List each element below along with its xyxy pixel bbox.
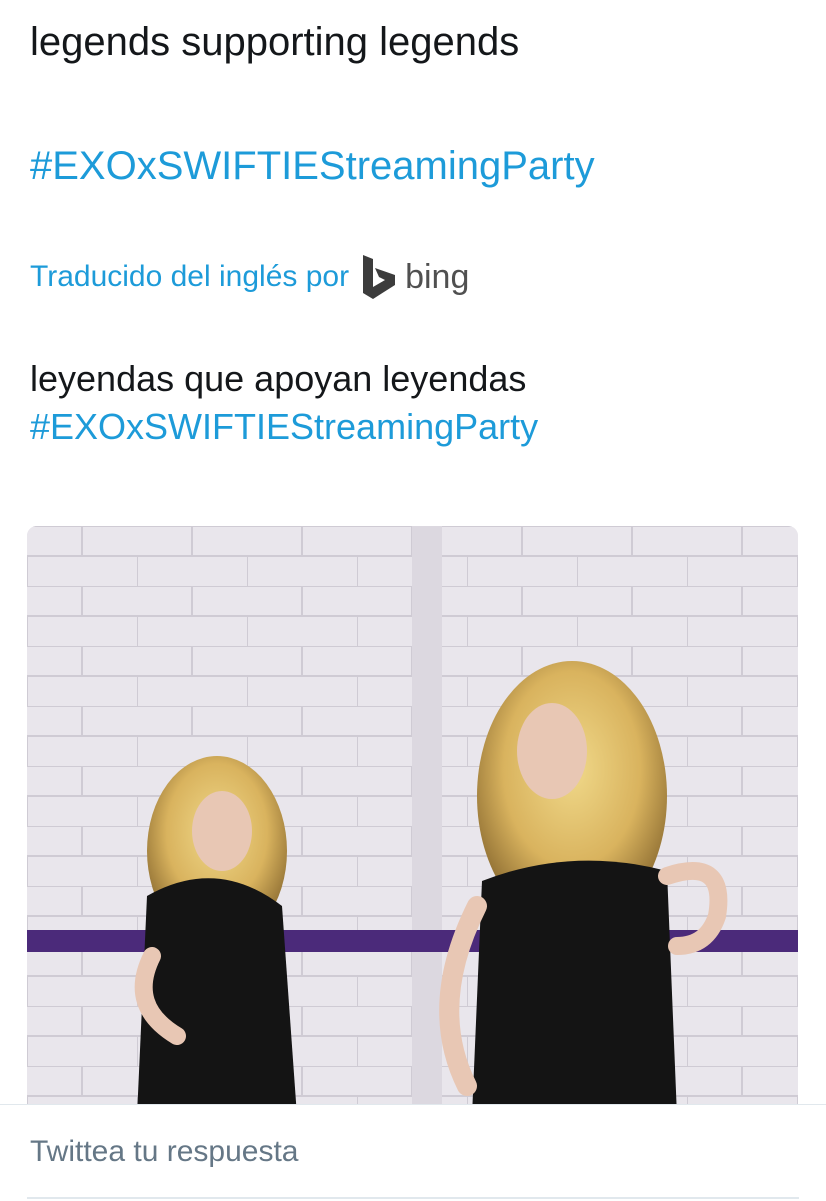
translated-text-block: leyendas que apoyan leyendas #EXOxSWIFTI… <box>30 355 538 451</box>
translated-text: leyendas que apoyan leyendas <box>30 358 527 399</box>
bing-wordmark: bing <box>405 257 470 296</box>
translation-label: Traducido del inglés por <box>30 260 350 293</box>
reply-composer: Twittea tu respuesta <box>0 1104 826 1201</box>
reply-input-underline <box>27 1197 799 1199</box>
tweet-photo[interactable] <box>27 526 798 1116</box>
bing-logo: bing <box>361 255 469 299</box>
photo-illustration <box>27 526 798 1116</box>
translation-attribution[interactable]: Traducido del inglés por bing <box>30 252 469 302</box>
tweet-text: legends supporting legends <box>30 20 520 64</box>
translated-hashtag-link[interactable]: #EXOxSWIFTIEStreamingParty <box>30 403 538 451</box>
reply-input[interactable]: Twittea tu respuesta <box>30 1135 298 1169</box>
bing-icon <box>363 255 396 299</box>
hashtag-link[interactable]: #EXOxSWIFTIEStreamingParty <box>30 142 595 190</box>
